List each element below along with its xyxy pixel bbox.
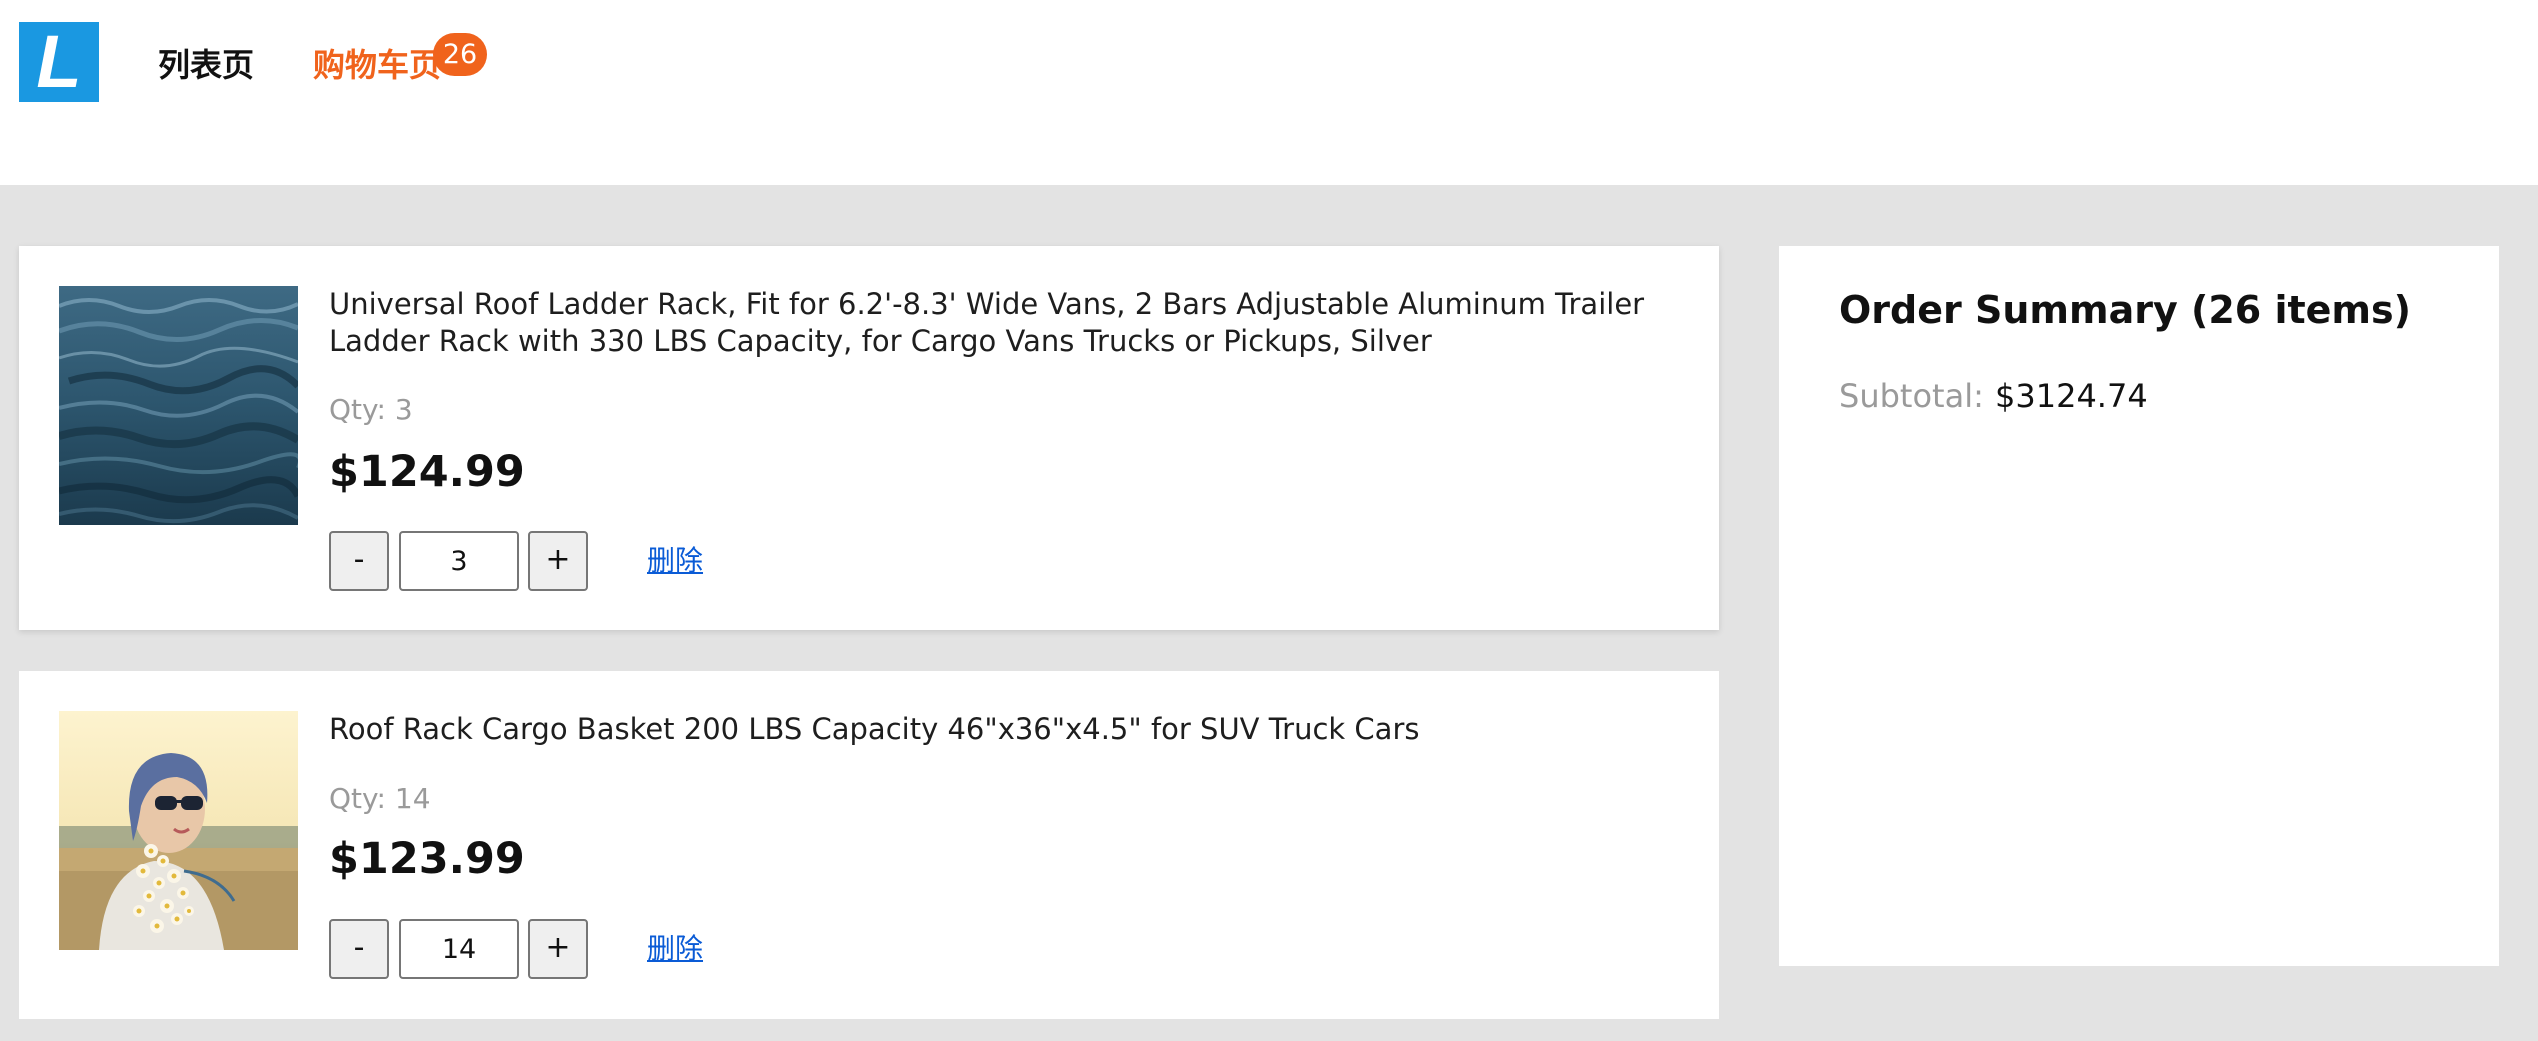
cart-item: Universal Roof Ladder Rack, Fit for 6.2'… bbox=[19, 246, 1719, 630]
increment-button[interactable]: + bbox=[528, 919, 588, 979]
nav-cart-page-link[interactable]: 购物车页 bbox=[313, 45, 441, 85]
quantity-label: Qty: 14 bbox=[329, 782, 431, 815]
decrement-button[interactable]: - bbox=[329, 919, 389, 979]
logo[interactable]: L bbox=[19, 22, 99, 102]
product-price: $123.99 bbox=[329, 834, 525, 884]
product-image-woman[interactable] bbox=[59, 711, 298, 950]
subtotal-value: $3124.74 bbox=[1995, 377, 2148, 415]
nav-list-page-link[interactable]: 列表页 bbox=[158, 45, 254, 85]
decrement-button[interactable]: - bbox=[329, 531, 389, 591]
quantity-input[interactable] bbox=[399, 531, 519, 591]
woman-with-flowers-photo bbox=[59, 711, 298, 950]
remove-item-link[interactable]: 删除 bbox=[647, 919, 703, 979]
quantity-label: Qty: 3 bbox=[329, 393, 413, 426]
order-summary-title: Order Summary (26 items) bbox=[1839, 288, 2412, 332]
subtotal-label: Subtotal: bbox=[1839, 377, 1984, 415]
product-title[interactable]: Roof Rack Cargo Basket 200 LBS Capacity … bbox=[329, 711, 1689, 748]
water-waves-photo bbox=[59, 286, 298, 525]
cart-count-badge: 26 bbox=[433, 33, 487, 76]
product-image-water[interactable] bbox=[59, 286, 298, 525]
product-title[interactable]: Universal Roof Ladder Rack, Fit for 6.2'… bbox=[329, 286, 1689, 360]
order-summary-panel: Order Summary (26 items) Subtotal: $3124… bbox=[1779, 246, 2499, 966]
top-nav-bar: L 列表页 购物车页 26 bbox=[0, 0, 2538, 185]
product-price: $124.99 bbox=[329, 447, 525, 497]
quantity-input[interactable] bbox=[399, 919, 519, 979]
cart-item: Roof Rack Cargo Basket 200 LBS Capacity … bbox=[19, 671, 1719, 1019]
remove-item-link[interactable]: 删除 bbox=[647, 531, 703, 591]
increment-button[interactable]: + bbox=[528, 531, 588, 591]
